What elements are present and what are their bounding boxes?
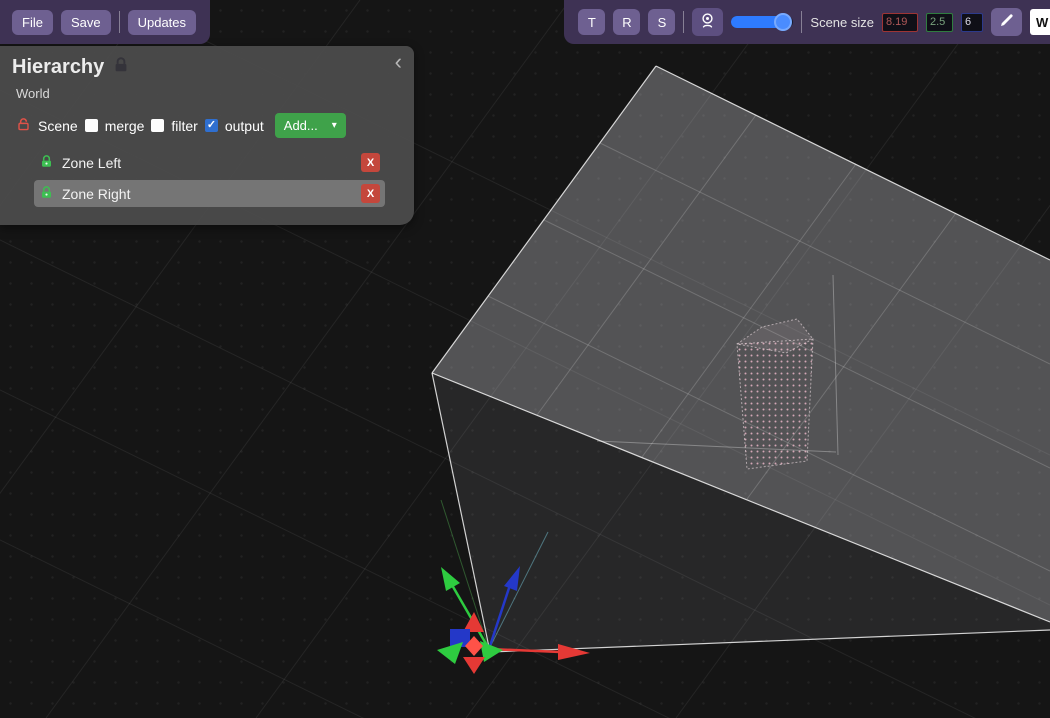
edit-button[interactable]	[991, 8, 1022, 36]
blue-slider[interactable]	[731, 16, 793, 28]
zone-label: Zone Left	[62, 155, 121, 171]
panel-title: Hierarchy	[12, 56, 104, 79]
add-dropdown-label: Add...	[284, 118, 318, 133]
toolbar-separator	[119, 11, 120, 33]
camera-icon	[698, 11, 717, 34]
toolbar-separator	[683, 11, 684, 33]
save-button[interactable]: Save	[61, 10, 111, 35]
list-item-zone-left[interactable]: Zone Left X	[34, 149, 385, 176]
file-button[interactable]: File	[12, 10, 53, 35]
scene-size-z-input[interactable]	[961, 13, 983, 32]
toolbar-separator	[801, 11, 802, 33]
gizmo-y-arrow[interactable]	[441, 567, 460, 591]
delete-zone-button[interactable]: X	[361, 153, 380, 172]
unlock-icon-red[interactable]	[16, 117, 31, 135]
dotted-pillar[interactable]	[737, 319, 813, 469]
pillar-body[interactable]	[737, 339, 813, 469]
zone-list: Zone Left X Zone Right X	[0, 149, 414, 207]
add-dropdown[interactable]: Add... ▾	[275, 113, 346, 138]
lock-icon-green[interactable]	[39, 154, 54, 172]
hierarchy-panel: ‹ Hierarchy World Scene merge	[0, 46, 414, 225]
delete-zone-button[interactable]: X	[361, 184, 380, 203]
translate-tool-button[interactable]: T	[578, 9, 605, 35]
filter-checkbox[interactable]	[151, 119, 164, 132]
scene-size-x-input[interactable]	[882, 13, 918, 32]
app-window: File Save Updates T R S Scene size	[0, 0, 1050, 718]
world-root-label: World	[16, 86, 414, 101]
merge-label[interactable]: merge	[105, 118, 145, 134]
output-checkbox[interactable]	[205, 119, 218, 132]
zone-label: Zone Right	[62, 186, 130, 202]
slider-knob[interactable]	[774, 13, 792, 31]
camera-button[interactable]	[692, 8, 723, 36]
scene-size-y-input[interactable]	[926, 13, 953, 32]
filter-label[interactable]: filter	[171, 118, 197, 134]
lock-icon-green[interactable]	[39, 185, 54, 203]
scene-row: Scene merge filter output Add... ▾	[16, 113, 404, 138]
chevron-down-icon: ▾	[332, 120, 337, 131]
world-dropdown[interactable]: W	[1030, 9, 1050, 35]
toolbar-left: File Save Updates	[0, 0, 210, 44]
scene-label[interactable]: Scene	[38, 118, 78, 134]
pencil-icon	[999, 12, 1015, 32]
merge-checkbox[interactable]	[85, 119, 98, 132]
rotate-tool-button[interactable]: R	[613, 9, 640, 35]
collapse-panel-button[interactable]: ‹	[395, 52, 402, 72]
list-item-zone-right[interactable]: Zone Right X	[34, 180, 385, 207]
scene-size-label: Scene size	[810, 15, 874, 30]
world-dropdown-label: W	[1036, 15, 1048, 30]
output-label[interactable]: output	[225, 118, 264, 134]
updates-button[interactable]: Updates	[128, 10, 196, 35]
scale-tool-button[interactable]: S	[648, 9, 675, 35]
toolbar-right: T R S Scene size	[564, 0, 1050, 44]
lock-icon[interactable]	[112, 56, 130, 79]
